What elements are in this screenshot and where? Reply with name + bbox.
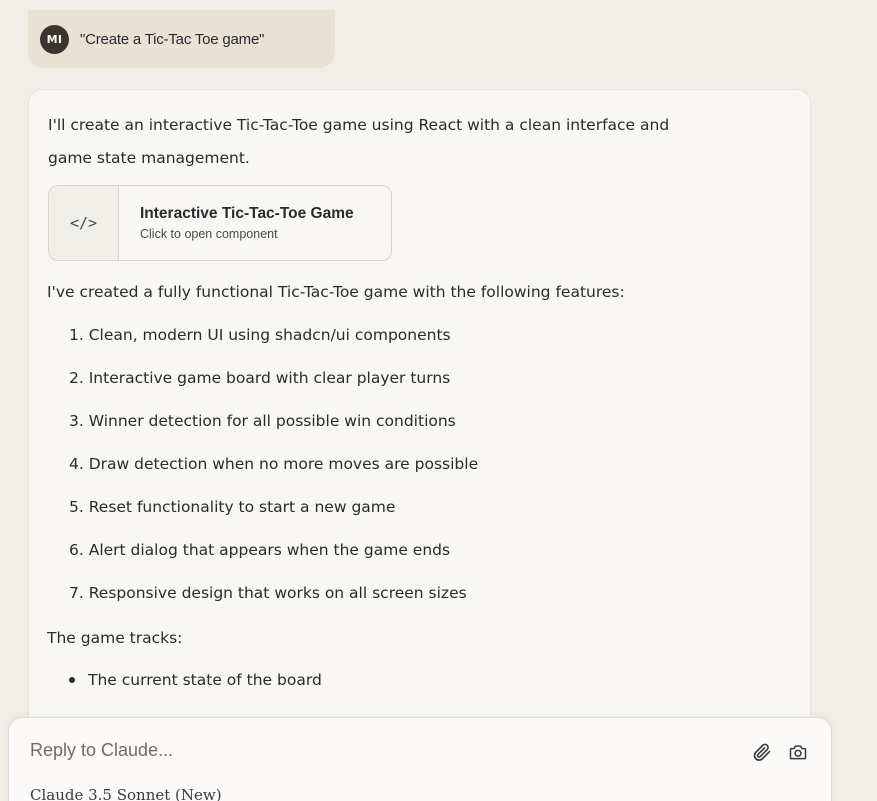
bullet-icon bbox=[69, 677, 75, 683]
code-icon: </> bbox=[49, 186, 119, 260]
features-intro: I've created a fully functional Tic-Tac-… bbox=[47, 283, 625, 301]
artifact-text: Interactive Tic-Tac-Toe Game Click to op… bbox=[119, 186, 354, 260]
artifact-subtitle: Click to open component bbox=[140, 227, 278, 241]
reply-input[interactable] bbox=[30, 740, 630, 761]
feature-item: 7. Responsive design that works on all s… bbox=[69, 584, 467, 602]
feature-item: 2. Interactive game board with clear pla… bbox=[69, 369, 451, 387]
model-selector[interactable]: Claude 3.5 Sonnet (New) bbox=[30, 786, 222, 801]
tracks-list-item: The current state of the board bbox=[69, 671, 322, 689]
feature-item: 3. Winner detection for all possible win… bbox=[69, 412, 456, 430]
assistant-message: I'll create an interactive Tic-Tac-Toe g… bbox=[28, 89, 811, 789]
reply-box: Claude 3.5 Sonnet (New) bbox=[8, 717, 832, 801]
artifact-card[interactable]: </> Interactive Tic-Tac-Toe Game Click t… bbox=[48, 185, 392, 261]
tracks-label: The game tracks: bbox=[47, 629, 183, 647]
user-message-text: "Create a Tic-Tac Toe game" bbox=[80, 30, 265, 48]
tracks-item-text: The current state of the board bbox=[88, 671, 322, 689]
user-message: MI "Create a Tic-Tac Toe game" bbox=[28, 10, 335, 68]
camera-icon[interactable] bbox=[786, 740, 810, 764]
feature-item: 6. Alert dialog that appears when the ga… bbox=[69, 541, 451, 559]
feature-item: 4. Draw detection when no more moves are… bbox=[69, 455, 479, 473]
feature-item: 1. Clean, modern UI using shadcn/ui comp… bbox=[69, 326, 451, 344]
intro-text-line-1: I'll create an interactive Tic-Tac-Toe g… bbox=[48, 116, 670, 134]
feature-item: 5. Reset functionality to start a new ga… bbox=[69, 498, 396, 516]
intro-text-line-2: game state management. bbox=[48, 149, 250, 167]
chat-page: MI "Create a Tic-Tac Toe game" I'll crea… bbox=[0, 0, 877, 801]
artifact-title: Interactive Tic-Tac-Toe Game bbox=[140, 205, 354, 222]
paperclip-icon[interactable] bbox=[750, 740, 774, 764]
user-avatar[interactable]: MI bbox=[40, 24, 69, 54]
